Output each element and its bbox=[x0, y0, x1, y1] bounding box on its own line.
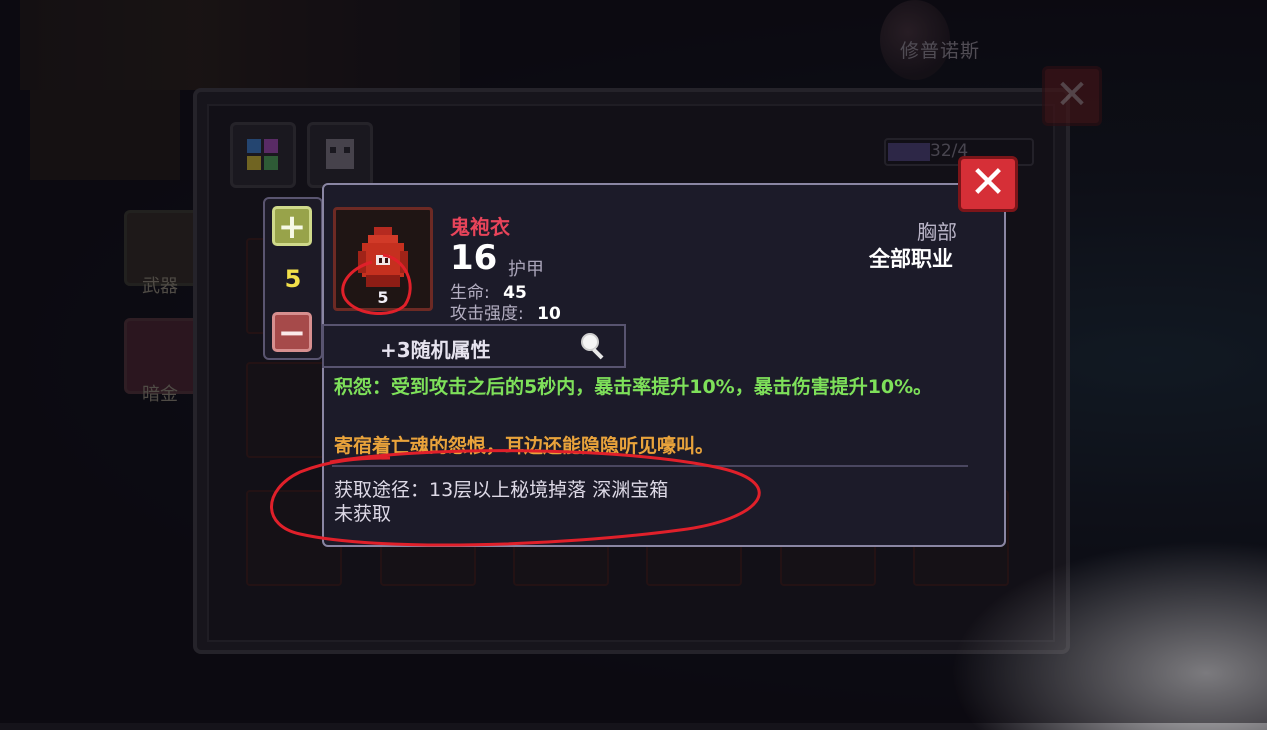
robe-icon bbox=[358, 227, 408, 287]
stat-label: 攻击强度: bbox=[450, 304, 524, 324]
plus-button[interactable]: + bbox=[272, 206, 312, 246]
stepper-value: 5 bbox=[284, 265, 302, 293]
item-name: 鬼袍衣 bbox=[450, 215, 510, 239]
item-effect: 积怨：受到攻击之后的5秒内，暴击率提升10%，暴击伤害提升10%。 bbox=[334, 376, 933, 398]
divider bbox=[332, 465, 968, 467]
random-attribute-text: +3随机属性 bbox=[380, 338, 491, 362]
armor-value: 16 bbox=[450, 238, 498, 278]
minus-button[interactable]: − bbox=[272, 312, 312, 352]
magnifier-icon[interactable] bbox=[578, 330, 610, 362]
obtain-status: 未获取 bbox=[334, 503, 392, 525]
item-source: 获取途径：13层以上秘境掉落 深渊宝箱 bbox=[334, 479, 669, 501]
item-flavor: 寄宿着亡魂的怨恨，耳边还能隐隐听见嚎叫。 bbox=[334, 435, 715, 457]
item-level: 5 bbox=[377, 288, 389, 307]
stat-value: 10 bbox=[537, 304, 561, 324]
close-button[interactable]: ✕ bbox=[958, 156, 1018, 212]
equip-slot-type: 胸部 bbox=[917, 220, 957, 244]
class-restriction: 全部职业 bbox=[869, 247, 953, 271]
stat-attack-power: 攻击强度: 10 bbox=[450, 299, 561, 324]
close-icon: ✕ bbox=[969, 157, 1007, 208]
